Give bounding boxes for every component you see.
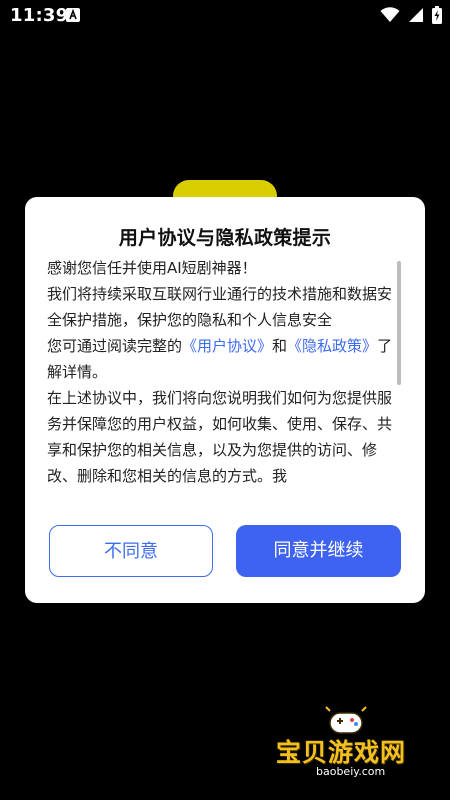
paragraph-2-and: 和 <box>272 337 288 355</box>
watermark: 宝贝游戏网 baobeiy.com <box>276 705 436 785</box>
dialog-body[interactable]: 感谢您信任并使用AI短剧神器！ 我们将持续采取互联网行业通行的技术措施和数据安全… <box>47 255 403 501</box>
user-agreement-link[interactable]: 《用户协议》 <box>182 337 272 355</box>
screen: 11:39 用户协议与隐私政策提示 感谢您信任并使用AI短剧神器！ 我们将持续采 <box>0 0 450 800</box>
privacy-policy-link[interactable]: 《隐私政策》 <box>287 337 377 355</box>
paragraph-2: 您可通过阅读完整的《用户协议》和《隐私政策》了解详情。 <box>47 333 403 385</box>
gamepad-icon <box>325 706 367 734</box>
paragraph-1: 我们将持续采取互联网行业通行的技术措施和数据安全保护措施，保护您的隐私和个人信息… <box>47 285 393 329</box>
greeting-text: 感谢您信任并使用AI短剧神器！ <box>47 259 257 277</box>
dialog-title: 用户协议与隐私政策提示 <box>118 227 332 249</box>
agree-continue-button[interactable]: 同意并继续 <box>236 525 401 577</box>
dialog-scrollbar[interactable] <box>397 261 401 385</box>
wifi-icon <box>380 7 400 22</box>
battery-charging-icon <box>432 6 442 24</box>
paragraph-2-prefix: 您可通过阅读完整的 <box>47 337 183 355</box>
disagree-button[interactable]: 不同意 <box>49 525 213 577</box>
agreement-dialog: 用户协议与隐私政策提示 感谢您信任并使用AI短剧神器！ 我们将持续采取互联网行业… <box>25 197 425 603</box>
a-letter-icon <box>66 8 80 22</box>
signal-icon <box>409 8 423 22</box>
watermark-brand: 宝贝游戏网 <box>276 738 407 767</box>
paragraph-3: 在上述协议中，我们将向您说明我们如何为您提供服务并保障您的用户权益，如何收集、使… <box>47 389 393 485</box>
status-right-icons <box>380 6 442 24</box>
status-time: 11:39 <box>10 5 69 26</box>
status-bar: 11:39 <box>0 0 450 32</box>
watermark-url: baobeiy.com <box>316 765 386 778</box>
